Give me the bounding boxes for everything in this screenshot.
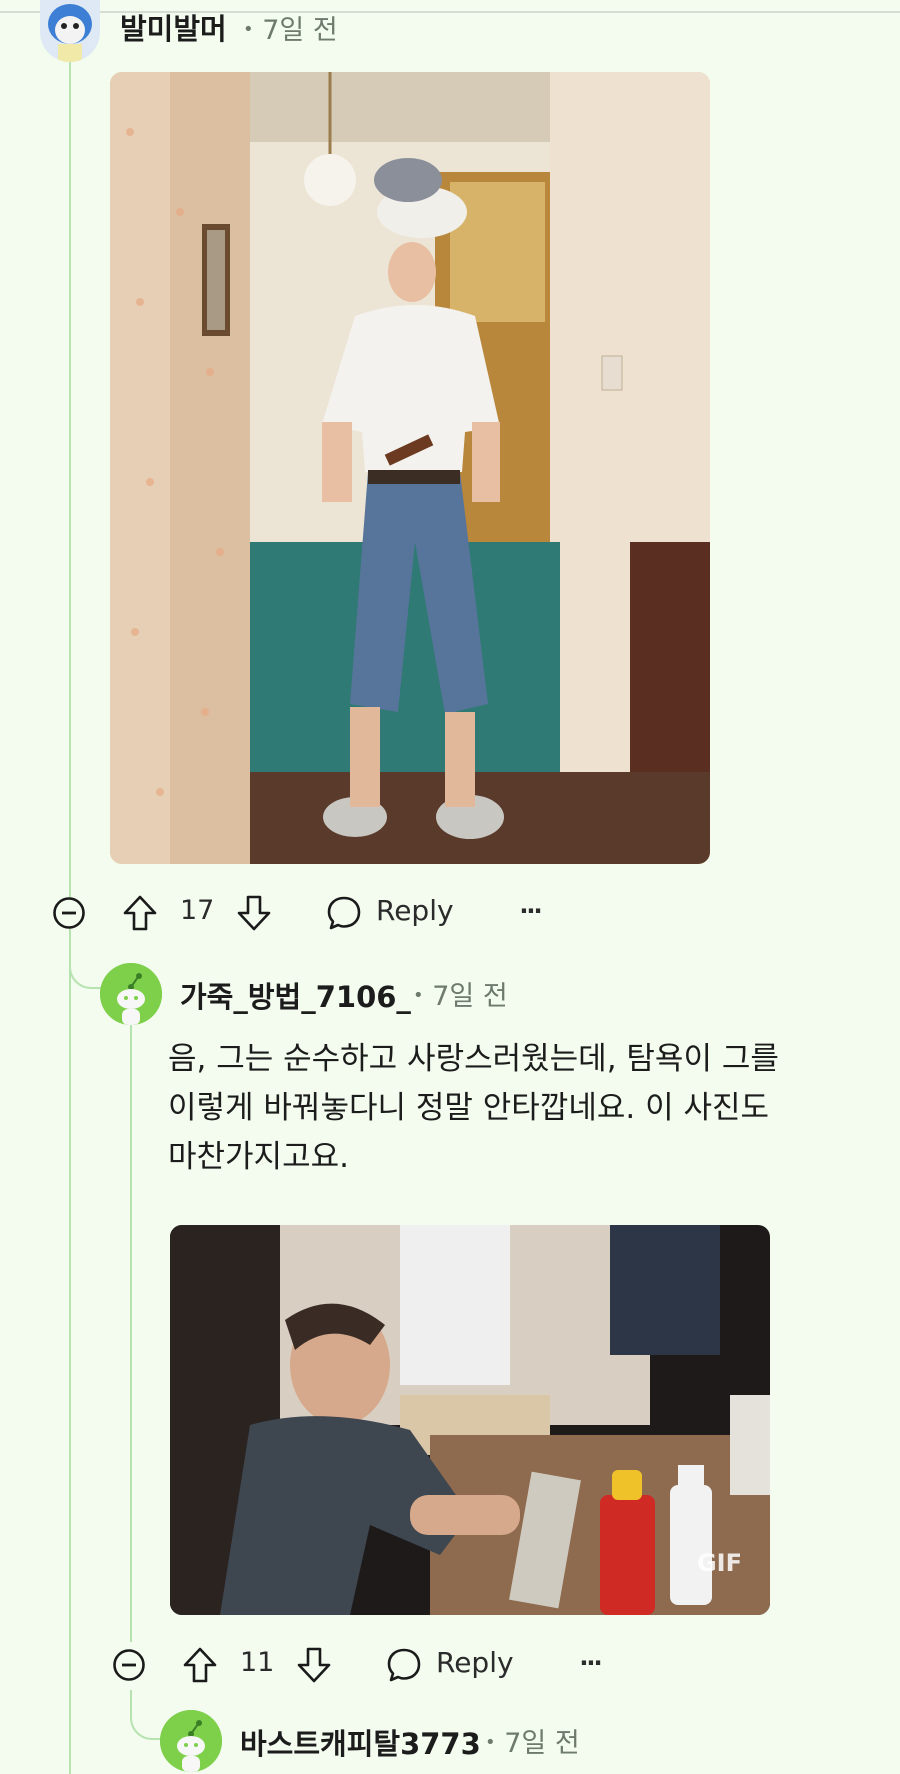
comment-timestamp: 7일 전 (432, 981, 508, 1012)
vote-count: 17 (180, 895, 215, 926)
thread-line-level-2[interactable] (130, 1022, 132, 1642)
comment-timestamp: 7일 전 (262, 15, 338, 46)
more-options-button[interactable]: ··· (572, 1644, 608, 1682)
reply-button[interactable]: Reply (385, 1644, 520, 1686)
gif-young-man-at-computer (170, 1225, 770, 1615)
comment-gif[interactable]: GIF (170, 1225, 770, 1615)
avatar[interactable] (100, 963, 162, 1025)
meta-separator: • (413, 985, 424, 1006)
user-avatar-icon (40, 0, 100, 62)
upvote-button[interactable] (180, 1644, 220, 1686)
reply-button[interactable]: Reply (325, 892, 460, 934)
vote-count: 11 (240, 1647, 275, 1678)
comment-image[interactable] (110, 72, 710, 864)
collapse-thread-button[interactable] (112, 1648, 146, 1682)
downvote-button[interactable] (294, 1644, 334, 1686)
thread-line-level-2-bottom[interactable] (130, 1690, 132, 1700)
comment-username[interactable]: 바스트캐피탈3773 (240, 1721, 481, 1763)
avatar[interactable] (160, 1710, 222, 1772)
comment-body: 음, 그는 순수하고 사랑스러웠는데, 탐욕이 그를 이렇게 바꿔놓다니 정말 … (168, 1035, 779, 1182)
comment-body-line: 이렇게 바꿔놓다니 정말 안타깝네요. 이 사진도 (168, 1090, 770, 1126)
gif-badge: GIF (696, 1549, 742, 1577)
comment-body-line: 마찬가지고요. (168, 1139, 349, 1175)
snoo-avatar-icon (100, 963, 162, 1025)
upvote-button[interactable] (120, 892, 160, 934)
reply-label: Reply (376, 894, 454, 927)
collapse-icon (53, 897, 85, 929)
collapse-thread-button[interactable] (52, 896, 86, 930)
comment-timestamp: 7일 전 (504, 1728, 580, 1759)
comment-meta: • 7일 전 (485, 1721, 580, 1760)
more-dots-icon: ··· (519, 897, 542, 925)
photo-boy-with-hammer (110, 72, 710, 864)
reply-bubble-icon (327, 896, 361, 930)
reply-bubble-icon (387, 1648, 421, 1682)
comment-actions: 11 Reply ··· (0, 1640, 900, 1686)
comment-meta: • 7일 전 (243, 8, 338, 47)
meta-separator: • (485, 1732, 496, 1753)
downvote-arrow-icon (297, 1647, 331, 1683)
collapse-icon (113, 1649, 145, 1681)
comment-meta: • 7일 전 (413, 974, 508, 1013)
more-dots-icon: ··· (579, 1649, 602, 1677)
comment-username[interactable]: 발미발머 (120, 6, 227, 48)
comment-username[interactable]: 가죽_방법_7106_ (180, 974, 411, 1016)
avatar[interactable] (40, 0, 100, 62)
meta-separator: • (243, 19, 254, 40)
downvote-button[interactable] (234, 892, 274, 934)
upvote-arrow-icon (123, 895, 157, 931)
comment-body-line: 음, 그는 순수하고 사랑스러웠는데, 탐욕이 그를 (168, 1041, 779, 1077)
more-options-button[interactable]: ··· (512, 892, 548, 930)
thread-connector (69, 935, 103, 989)
reply-label: Reply (436, 1646, 514, 1679)
thread-connector (130, 1690, 164, 1740)
downvote-arrow-icon (237, 895, 271, 931)
comment-actions: 17 Reply ··· (0, 888, 900, 934)
snoo-avatar-icon (160, 1710, 222, 1772)
upvote-arrow-icon (183, 1647, 217, 1683)
